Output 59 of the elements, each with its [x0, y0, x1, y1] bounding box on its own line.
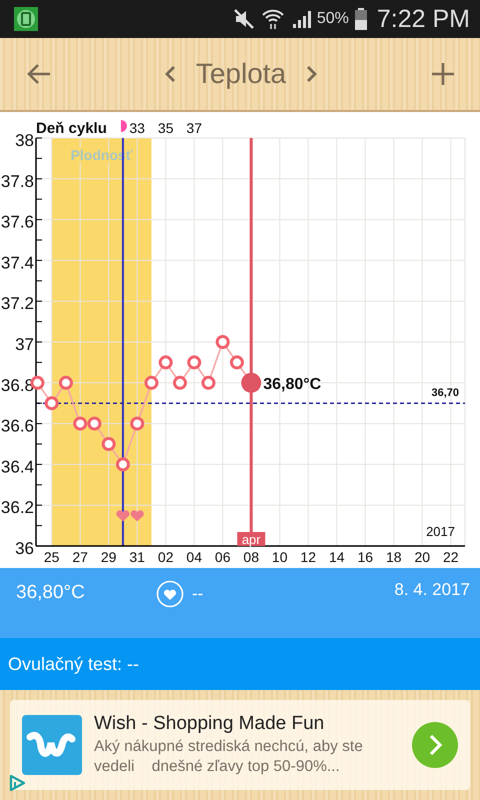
axis-label: 27	[72, 549, 88, 565]
mute-icon	[232, 8, 255, 30]
year-label: 2017	[426, 524, 455, 539]
intercourse-value: --	[192, 584, 204, 604]
ovulation-test-label: Ovulačný test: --	[8, 654, 140, 674]
axis-label: 37.6	[0, 212, 34, 232]
cycle-day-label: Deň cyklu	[36, 120, 107, 137]
axis-label: 37	[15, 335, 34, 354]
axis-label: 36.4	[0, 457, 34, 476]
axis-label: 37.8	[0, 172, 34, 191]
heart-icon	[116, 510, 130, 522]
selected-value-label: 36,80°C	[263, 376, 322, 393]
next-chevron-icon[interactable]	[306, 65, 318, 83]
signal-icon	[290, 9, 311, 29]
add-icon[interactable]	[430, 61, 456, 87]
axis-label: 20	[414, 549, 430, 565]
axis-label: 25	[44, 549, 60, 565]
screen-title: Teplota	[196, 58, 286, 90]
ad-card[interactable]: Wish - Shopping Made Fun Aký nákupné strediská nechcú, aby ste vedeli dnešné zľavy top 50-90%...	[10, 700, 470, 790]
temperature-value: 36,80°C	[16, 582, 86, 604]
axis-label: 10	[272, 549, 288, 565]
ad-title: Wish - Shopping Made Fun	[94, 713, 326, 735]
cycle-day-number: 33	[129, 120, 145, 136]
phone-icon	[14, 7, 38, 31]
app-logo-icon	[22, 715, 82, 775]
month-tag: apr	[237, 532, 266, 547]
axis-label: 18	[386, 549, 402, 565]
cycle-day-number: 37	[186, 120, 202, 136]
axis-label: 37.4	[0, 253, 34, 272]
axis-label: 36.2	[0, 498, 34, 518]
ovulation-marker-icon	[120, 120, 127, 132]
coverline-label: 36,70	[431, 387, 459, 400]
axis-label: 38	[15, 131, 34, 150]
axis-label: 37.2	[0, 294, 34, 314]
date-label: 8. 4. 2017	[394, 580, 470, 600]
battery-percent: 50%	[316, 10, 349, 28]
axis-label: 02	[158, 549, 174, 565]
axis-label: 06	[214, 549, 230, 565]
go-chevron-button-icon[interactable]	[412, 722, 458, 768]
axis-label: 04	[186, 549, 202, 565]
battery-icon	[354, 8, 367, 30]
axis-label: 31	[129, 549, 145, 565]
selected-data-point[interactable]	[241, 372, 262, 393]
ad-choices-icon[interactable]	[8, 774, 26, 792]
axis-label: 29	[100, 549, 116, 565]
axis-label: 36	[15, 539, 34, 558]
axis-label: 12	[300, 549, 316, 565]
heart-icon	[130, 510, 144, 522]
heart-circle-icon[interactable]	[156, 580, 184, 608]
axis-label: 22	[442, 549, 459, 565]
clock: 7:22 PM	[376, 4, 470, 34]
axis-label: 14	[328, 549, 345, 565]
wifi-icon	[260, 7, 285, 31]
axis-label: 36.6	[0, 416, 34, 436]
cycle-day-number: 35	[158, 120, 174, 136]
previous-chevron-icon[interactable]	[164, 65, 176, 83]
axis-label: 16	[357, 549, 374, 565]
ad-description: Aký nákupné strediská nechcú, aby ste vedeli dnešné zľavy top 50-90%...	[94, 737, 364, 777]
axis-label: 08	[243, 549, 259, 565]
